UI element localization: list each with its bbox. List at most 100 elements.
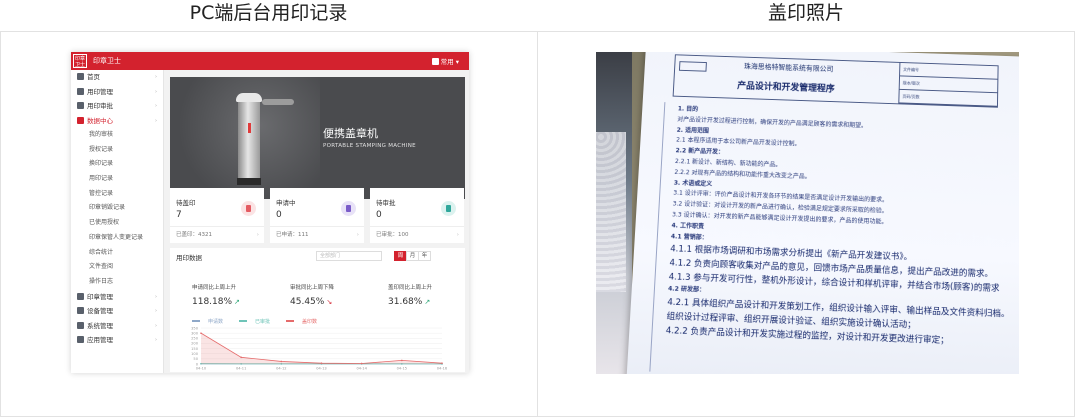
stat-card[interactable]: 待盖印 7 已盖印：4321 › [170,188,264,243]
y-tick-label: 300 [191,331,199,335]
admin-record-panel: 印章卫士 印章卫士 常用 ▾ 首页 › 用印管理 › 用印审批 › 数据中心 › 我的审核 授权… [0,31,538,417]
stat-card[interactable]: 申请中 0 已申请：111 › [270,188,364,243]
banner-title: 便携盖章机 [323,127,378,140]
nav-label: 系统管理 [87,321,113,330]
y-tick-label: 200 [191,342,199,346]
y-tick-label: 350 [191,326,199,330]
x-tick-label: 04-16 [437,367,448,371]
x-tick-label: 04-15 [397,367,407,371]
sidebar-subitem[interactable]: 我的审核 [71,128,163,143]
sidebar-subitem[interactable]: 换印记录 [71,157,163,172]
sidebar-subitem[interactable]: 用印记录 [71,172,163,187]
x-tick-label: 04-11 [236,367,246,371]
data-point [401,359,403,362]
logo: 印章卫士 [73,54,87,68]
banner-subtitle: PORTABLE STAMPING MACHINE [323,143,416,149]
document-title: 产品设计和开发管理程序 [736,81,835,95]
sidebar-subitem[interactable]: 授权记录 [71,143,163,158]
y-tick-label: 250 [191,337,199,341]
chevron-right-icon: › [256,232,259,238]
top-bar: 印章卫士 印章卫士 常用 ▾ [71,52,469,70]
user-menu-label: 常用 [440,58,454,66]
kpi-label: 申请同比上周上升 [192,285,237,291]
sidebar-item-0[interactable]: 首页 › [71,70,163,85]
nav-label: 数据中心 [87,116,113,125]
approval-icon [77,102,84,109]
sidebar-item-2[interactable]: 用印审批 › [71,99,163,114]
tab-year[interactable]: 年 [418,251,431,261]
kpi-block: 申请同比上周上升 118.18% ↗ [192,283,240,307]
kpi-percent: 45.45% [290,297,325,307]
data-point [200,332,202,334]
nav-label: 用印审批 [87,102,113,110]
nav-label: 应用管理 [87,336,113,345]
document-icon [77,87,84,95]
stat-total: 已审批：100 [376,232,409,238]
stamping-machine-image [236,93,262,185]
document-meta: 文件编号 版本/版次 页码/页数 [898,62,998,107]
stat-total: 已申请：111 [276,232,309,238]
y-tick-label: 150 [191,347,199,351]
admin-screenshot: 印章卫士 印章卫士 常用 ▾ 首页 › 用印管理 › 用印审批 › 数据中心 › 我的审核 授权… [71,52,469,373]
company-logo [678,61,707,72]
data-point [320,362,323,364]
sidebar-subitem[interactable]: 管控记录 [71,187,163,202]
chevron-icon: › [155,322,157,329]
period-tabs: 周月年 [394,251,431,261]
sidebar-subitem[interactable]: 操作日志 [71,275,163,290]
legend-swatch [192,320,200,322]
stat-label: 待审批 [376,199,396,207]
nav-label: 用印管理 [87,87,113,96]
settings-icon [77,321,84,329]
kpi-value: 45.45% ↘ [290,297,334,307]
home-icon [77,73,84,80]
stat-icon [441,201,456,216]
usage-line-chart: 05010015020025030035004-10 04-11 04-12 04-1… [191,326,448,371]
sidebar-item-bottom-1[interactable]: 设备管理 › [71,304,163,319]
sidebar-item-1[interactable]: 用印管理 › [71,85,163,100]
stamped-document: 珠海思格特智能系统有限公司 产品设计和开发管理程序 文件编号 版本/版次 页码/… [626,52,1019,374]
seal-usage-chart-card: 用印数据 全部部门 周月年 申请同比上周上升 118.18% ↗ 审批同比上周下降 45… [170,248,465,372]
sidebar-item-bottom-0[interactable]: 印章管理 › [71,290,163,305]
sidebar-subitem[interactable]: 印章销毁记录 [71,201,163,216]
data-point [441,362,443,364]
data-point [240,356,242,359]
sidebar-subitem[interactable]: 综合统计 [71,246,163,261]
stamped-document-photo: 珠海思格特智能系统有限公司 产品设计和开发管理程序 文件编号 版本/版次 页码/… [596,52,1019,374]
sidebar-subitem[interactable]: 文件查阅 [71,260,163,275]
sidebar-subitem[interactable]: 印章保管人变更记录 [71,231,163,246]
kpi-percent: 31.68% [388,297,423,307]
user-menu[interactable]: 常用 ▾ [431,56,459,66]
sidebar-item-bottom-2[interactable]: 系统管理 › [71,319,163,334]
kpi-percent: 118.18% [192,297,233,307]
stat-footer: 已盖印：4321 › [170,226,264,243]
chevron-icon: › [155,88,157,95]
sidebar-subitem[interactable]: 已使用授权 [71,216,163,231]
document-body: 1. 目的 对产品设计开发过程进行控制，确保开发的产品满足顾客的需求和期望。 2. … [665,105,1010,350]
department-select[interactable]: 全部部门 [316,251,382,261]
stat-value: 0 [276,210,282,220]
kpi-block: 审批同比上周下降 45.45% ↘ [290,283,334,307]
x-tick-label: 04-13 [316,367,326,371]
stat-card[interactable]: 待审批 0 已审批：100 › [370,188,464,243]
y-tick-label: 100 [191,352,199,356]
app-title: 印章卫士 [93,57,121,65]
kpi-label: 审批同比上周下降 [290,285,335,291]
trend-down-icon: ↘ [326,298,333,306]
company-name: 珠海思格特智能系统有限公司 [743,62,834,74]
sidebar-item-3[interactable]: 数据中心 › [71,114,163,129]
product-banner[interactable]: 便携盖章机 PORTABLE STAMPING MACHINE [170,77,465,199]
kpi-value: 31.68% ↗ [388,297,432,307]
sidebar-item-bottom-3[interactable]: 应用管理 › [71,333,163,348]
chevron-icon: › [155,117,157,124]
nav-label: 首页 [87,73,100,81]
caption-stamp-photo: 盖印照片 [767,2,844,24]
x-tick-label: 04-14 [356,367,367,371]
stat-value: 7 [176,210,182,220]
data-point [360,362,363,365]
trend-up-icon: ↗ [234,298,240,306]
kpi-label: 盖印同比上周上升 [388,285,433,291]
stat-icon [341,201,356,216]
nav-label: 设备管理 [87,307,113,316]
sidebar: 首页 › 用印管理 › 用印审批 › 数据中心 › 我的审核 授权记录 换印记录 用印记录 管控记录印… [71,70,164,373]
